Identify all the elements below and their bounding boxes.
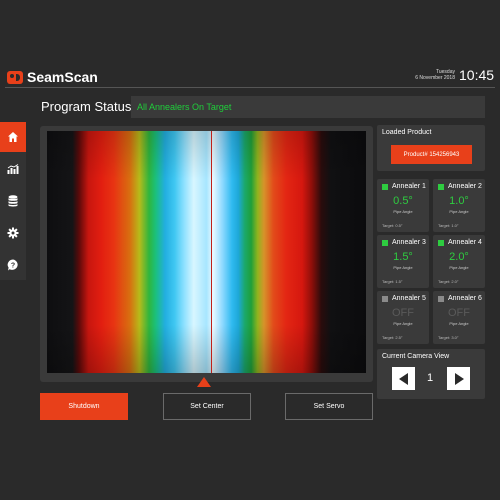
status-text: All Annealers On Target — [137, 102, 232, 112]
annealer-target: Target: 2.0° — [438, 279, 459, 284]
status-indicator — [438, 239, 444, 246]
annealer-sublabel: Pipe Angle — [449, 265, 469, 270]
sidebar-item-charts[interactable] — [0, 154, 26, 184]
triangle-right-icon — [454, 372, 464, 385]
annealer-value: 1.5° — [393, 251, 413, 263]
date-display: Tuesday 6 November 2018 — [400, 69, 455, 81]
center-line — [211, 131, 212, 373]
app-logo: SeamScan — [7, 69, 98, 85]
annealer-name: Annealer 5 — [392, 295, 426, 302]
status-indicator — [438, 295, 444, 302]
annealer-target: Target: 2.5° — [382, 335, 403, 340]
loaded-product-title: Loaded Product — [382, 129, 432, 136]
product-button[interactable]: Product# 154256943 — [391, 145, 472, 164]
help-icon: ? — [7, 259, 18, 271]
annealer-value: 2.0° — [449, 251, 469, 263]
status-indicator — [382, 295, 388, 302]
status-indicator — [382, 239, 388, 246]
gear-icon — [7, 227, 19, 239]
annealer-value: 1.0° — [449, 195, 469, 207]
annealer-card-4[interactable]: Annealer 4 2.0° Pipe Angle Target: 2.0° — [433, 235, 485, 288]
sidebar-item-database[interactable] — [0, 186, 26, 216]
database-icon — [8, 195, 18, 207]
status-bar: All Annealers On Target — [131, 96, 485, 118]
annealer-sublabel: Pipe Angle — [393, 265, 413, 270]
annealer-sublabel: Pipe Angle — [393, 209, 413, 214]
annealer-value: OFF — [392, 307, 414, 319]
annealer-target: Target: 1.5° — [382, 279, 403, 284]
sidebar-item-home[interactable] — [0, 122, 26, 152]
annealer-target: Target: 3.0° — [438, 335, 459, 340]
annealer-card-5[interactable]: Annealer 5 OFF Pipe Angle Target: 2.5° — [377, 291, 429, 344]
annealer-name: Annealer 3 — [392, 239, 426, 246]
camera-view-title: Current Camera View — [382, 353, 450, 360]
image-shading — [47, 131, 366, 373]
svg-text:?: ? — [11, 263, 15, 270]
annealer-card-3[interactable]: Annealer 3 1.5° Pipe Angle Target: 1.5° — [377, 235, 429, 288]
page-title: Program Status — [41, 99, 132, 114]
shutdown-button[interactable]: Shutdown — [40, 393, 128, 420]
annealer-sublabel: Pipe Angle — [449, 321, 469, 326]
sidebar-item-help[interactable]: ? — [0, 250, 26, 280]
app-name: SeamScan — [27, 69, 98, 85]
seamscan-logo-icon — [7, 70, 23, 84]
set-servo-button[interactable]: Set Servo — [285, 393, 373, 420]
camera-view-panel: Current Camera View 1 — [377, 349, 485, 399]
chart-icon — [7, 164, 19, 174]
sidebar-item-settings[interactable] — [0, 218, 26, 248]
annealer-sublabel: Pipe Angle — [449, 209, 469, 214]
previous-camera-button[interactable] — [392, 367, 415, 390]
sidebar: ? — [0, 122, 26, 280]
annealer-card-2[interactable]: Annealer 2 1.0° Pipe Angle Target: 1.0° — [433, 179, 485, 232]
loaded-product-panel: Loaded Product Product# 154256943 — [377, 125, 485, 171]
annealer-value: OFF — [448, 307, 470, 319]
home-icon — [8, 132, 18, 142]
set-center-button[interactable]: Set Center — [163, 393, 251, 420]
header-divider — [5, 87, 495, 88]
triangle-left-icon — [398, 372, 408, 385]
status-indicator — [438, 183, 444, 190]
next-camera-button[interactable] — [447, 367, 470, 390]
annealer-card-6[interactable]: Annealer 6 OFF Pipe Angle Target: 3.0° — [433, 291, 485, 344]
annealer-name: Annealer 6 — [448, 295, 482, 302]
annealer-value: 0.5° — [393, 195, 413, 207]
date-label: 6 November 2018 — [415, 75, 455, 81]
camera-image — [47, 131, 366, 373]
annealer-name: Annealer 2 — [448, 183, 482, 190]
annealer-card-1[interactable]: Annealer 1 0.5° Pipe Angle Target: 0.5° — [377, 179, 429, 232]
camera-panel — [40, 126, 373, 382]
center-marker-icon[interactable] — [197, 377, 211, 387]
annealer-name: Annealer 4 — [448, 239, 482, 246]
annealer-target: Target: 1.0° — [438, 223, 459, 228]
annealer-name: Annealer 1 — [392, 183, 426, 190]
status-indicator — [382, 183, 388, 190]
annealer-target: Target: 0.5° — [382, 223, 403, 228]
annealer-sublabel: Pipe Angle — [393, 321, 413, 326]
clock: 10:45 — [459, 67, 495, 83]
camera-number: 1 — [427, 372, 434, 384]
